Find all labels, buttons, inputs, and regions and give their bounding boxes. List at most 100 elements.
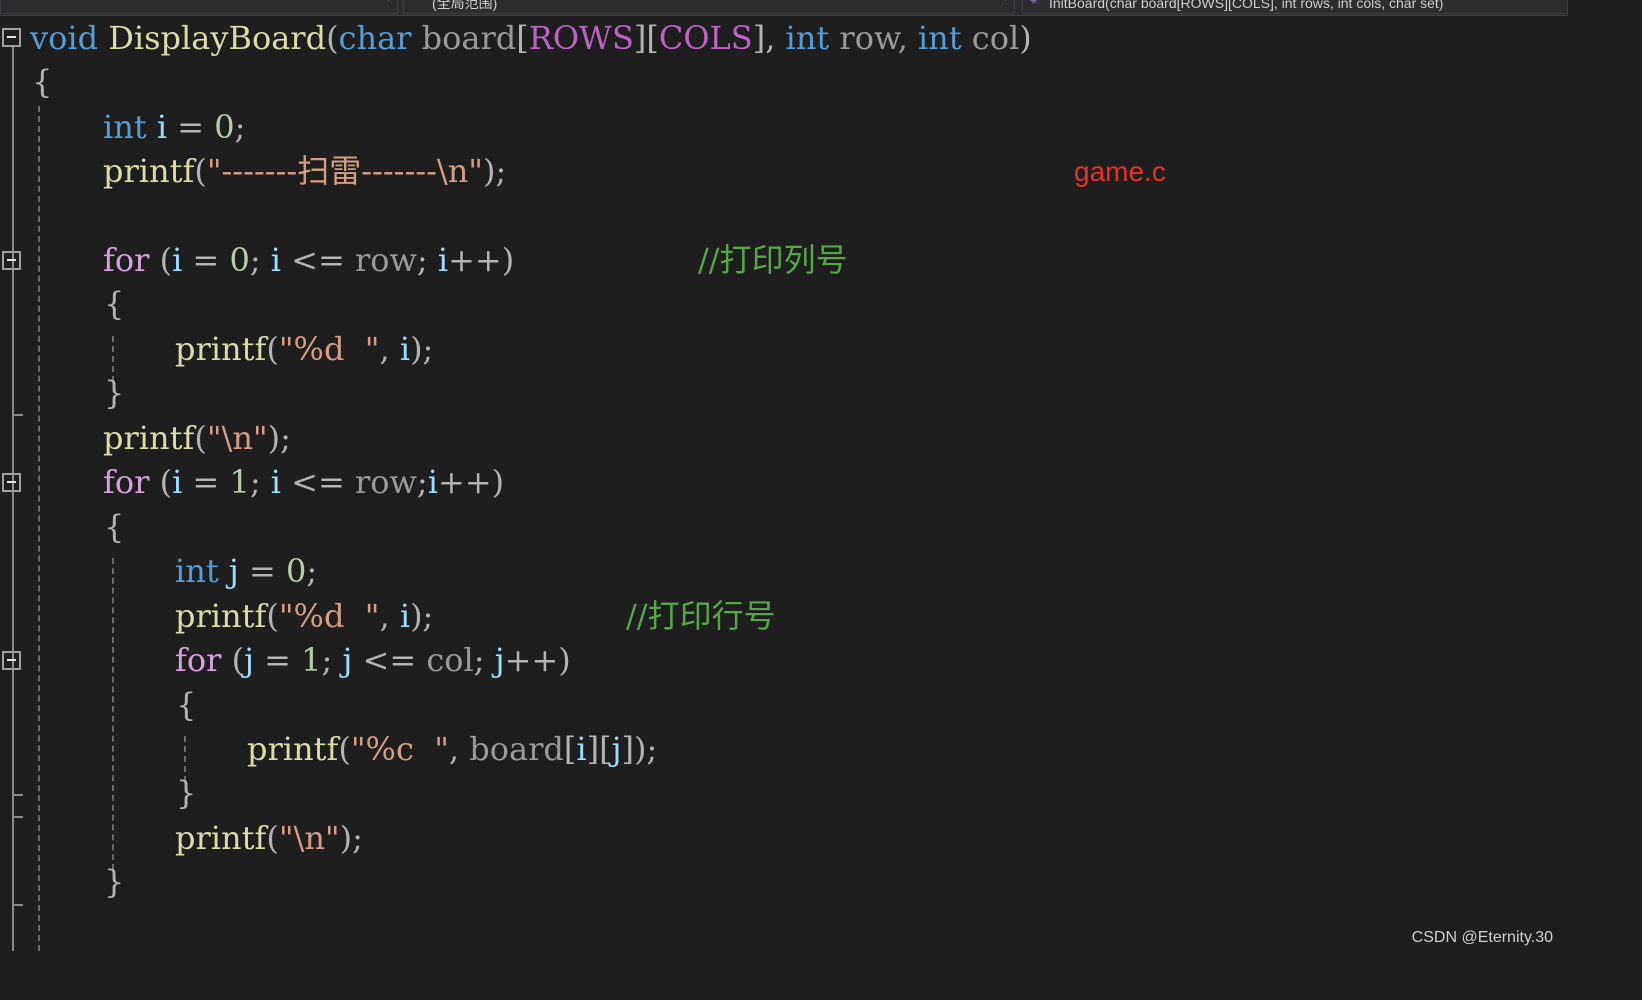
outline-end-tick <box>13 904 23 906</box>
function-dropdown[interactable]: ◈ InitBoard(char board[ROWS][COLS], int … <box>1022 0 1568 14</box>
token: ; <box>416 241 438 279</box>
code-line: printf("%c ", board[i][j]); <box>247 727 657 771</box>
token: DisplayBoard <box>98 19 327 57</box>
token: printf <box>175 330 267 368</box>
outline-guide <box>12 268 14 416</box>
token: ); <box>339 819 363 857</box>
token: char <box>338 19 412 57</box>
token: ; <box>416 463 428 501</box>
token: i <box>427 463 438 501</box>
token: "-------扫雷-------\n" <box>206 152 484 190</box>
token: , <box>448 730 470 768</box>
code-line: printf("-------扫雷-------\n"); <box>103 149 506 193</box>
code-line: { <box>32 60 52 104</box>
code-line: } <box>176 771 196 815</box>
token: 1 <box>301 641 322 679</box>
token: , <box>379 330 400 368</box>
token: ; <box>321 641 343 679</box>
outline-end-tick <box>13 794 23 796</box>
token: <= <box>281 463 355 501</box>
collapse-minus-icon[interactable] <box>2 251 21 270</box>
token: col <box>426 641 474 679</box>
token: printf <box>247 730 339 768</box>
token: printf <box>103 419 195 457</box>
token: } <box>176 774 197 812</box>
code-editor[interactable]: void DisplayBoard(char board[ROWS][COLS]… <box>0 16 1568 955</box>
token: "%d " <box>278 330 380 368</box>
token: ; <box>249 241 271 279</box>
token: board <box>411 19 517 57</box>
project-scope-dropdown[interactable]: ▾ <box>0 0 398 14</box>
token: ; <box>249 463 271 501</box>
collapse-minus-icon[interactable] <box>2 28 21 47</box>
token: ++) <box>448 241 515 279</box>
token: i <box>399 330 411 368</box>
token: "%c " <box>350 730 449 768</box>
token: COLS <box>658 19 753 57</box>
token: , <box>379 597 400 635</box>
token: { <box>176 686 197 724</box>
token: = <box>177 108 215 146</box>
token: ( <box>266 819 279 857</box>
chevron-down-icon: ▾ <box>1003 0 1008 4</box>
filename-annotation: game.c <box>1074 156 1166 187</box>
token: row, <box>829 19 918 57</box>
token: ++) <box>504 641 571 679</box>
token: 0 <box>285 552 307 590</box>
token: ; <box>473 641 495 679</box>
token: j <box>342 641 353 679</box>
token: printf <box>175 819 267 857</box>
code-line: for (i = 1; i <= row;i++) <box>103 460 504 504</box>
collapse-minus-icon[interactable] <box>2 473 21 492</box>
token: { <box>104 508 125 546</box>
token: //打印行号 <box>626 597 776 635</box>
code-line: for (j = 1; j <= col; j++) <box>175 638 571 682</box>
token: 1 <box>229 463 250 501</box>
token: for <box>175 641 222 679</box>
token: void <box>30 19 99 57</box>
code-line: int i = 0; <box>103 105 245 149</box>
token: i <box>399 597 411 635</box>
token: ][ <box>586 730 612 768</box>
code-line: printf("\n"); <box>103 416 291 460</box>
token: } <box>104 374 125 412</box>
token: } <box>104 863 125 901</box>
token: = <box>248 552 286 590</box>
token: ], <box>752 19 786 57</box>
token: int <box>175 552 219 590</box>
token: [ <box>563 730 577 768</box>
token: ][ <box>633 19 659 57</box>
token: = <box>253 641 302 679</box>
token: ( <box>149 463 173 501</box>
scope-dropdown[interactable]: (全局范围) ▾ <box>403 0 1015 14</box>
token: board <box>469 730 564 768</box>
token: ( <box>266 597 279 635</box>
token: j <box>494 641 505 679</box>
token: for <box>103 241 150 279</box>
scope-label: (全局范围) <box>432 0 498 11</box>
function-label: InitBoard(char board[ROWS][COLS], int ro… <box>1049 0 1444 11</box>
token: ( <box>338 730 351 768</box>
token: printf <box>103 152 195 190</box>
token: ); <box>410 597 434 635</box>
token: <= <box>352 641 427 679</box>
token: ; <box>306 552 318 590</box>
token: 0 <box>229 241 250 279</box>
token: <= <box>281 241 355 279</box>
token: { <box>32 63 53 101</box>
token: int <box>103 108 147 146</box>
token: i <box>172 241 183 279</box>
token: i <box>270 463 281 501</box>
watermark: CSDN @Eternity.30 <box>1411 929 1553 946</box>
code-line: { <box>104 505 124 549</box>
token: i <box>437 241 449 279</box>
token: row <box>354 463 417 501</box>
token: ( <box>266 330 279 368</box>
outline-guide <box>12 668 14 798</box>
code-line: void DisplayBoard(char board[ROWS][COLS]… <box>30 16 1032 60</box>
code-line: printf("%d ", i); <box>175 594 433 638</box>
token: col <box>961 19 1020 57</box>
code-line: printf("%d ", i); <box>175 327 433 371</box>
collapse-minus-icon[interactable] <box>2 651 21 670</box>
indent-guide <box>112 558 114 870</box>
